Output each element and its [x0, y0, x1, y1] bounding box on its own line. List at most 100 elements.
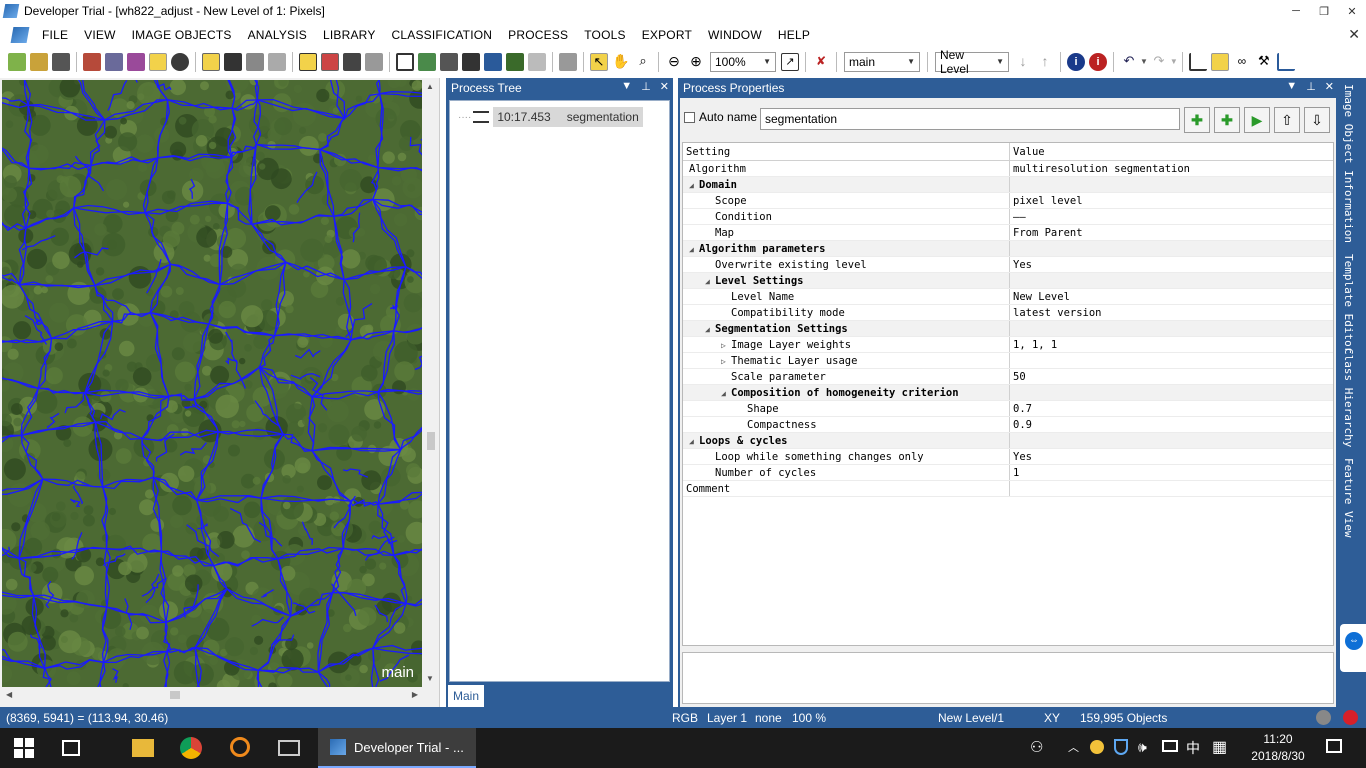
menu-classification[interactable]: CLASSIFICATION [384, 28, 501, 42]
horizontal-scrollbar[interactable]: ◀ ▶ [2, 688, 422, 702]
property-row[interactable]: Condition —— [683, 209, 1333, 225]
collapse-icon[interactable]: ◢ [705, 274, 715, 288]
menu-window[interactable]: WINDOW [700, 28, 770, 42]
collapse-icon[interactable]: ◢ [689, 434, 699, 448]
menu-view[interactable]: VIEW [76, 28, 123, 42]
chevron-down-icon[interactable]: ▼ [1170, 57, 1178, 66]
pixel-view-icon[interactable] [321, 52, 339, 71]
property-value[interactable]: From Parent [1010, 225, 1083, 240]
scroll-thumb[interactable] [170, 691, 180, 699]
select-cursor-icon[interactable]: ↖ [590, 52, 608, 71]
panel-menu-icon[interactable]: ▼ [621, 80, 632, 93]
open-project-icon[interactable] [8, 52, 26, 71]
object-mean-icon[interactable] [343, 52, 361, 71]
property-value[interactable]: Yes [1010, 257, 1032, 272]
undo-icon[interactable]: ↶ [1120, 53, 1138, 71]
tab-image-object-information[interactable]: Image Object Information [1342, 84, 1355, 243]
property-row[interactable]: ▷ Thematic Layer usage [683, 353, 1333, 369]
globe-icon[interactable] [171, 52, 189, 71]
pan-hand-icon[interactable]: ✋ [612, 53, 630, 71]
level-up-icon[interactable]: ↑ [1036, 53, 1054, 71]
menu-library[interactable]: LIBRARY [315, 28, 384, 42]
chevron-up-icon[interactable]: ︿ [1068, 739, 1079, 755]
rule-set-icon[interactable] [149, 52, 167, 71]
media-app-icon[interactable] [278, 740, 300, 756]
task-view-icon[interactable] [62, 740, 80, 756]
property-value[interactable]: latest version [1010, 305, 1102, 320]
level-select[interactable]: New Level ▼ [935, 48, 1009, 76]
property-value[interactable]: 1 [1010, 465, 1019, 480]
tab-class-hierarchy[interactable]: Class Hierarchy [1342, 348, 1355, 447]
scroll-left-icon[interactable]: ◀ [6, 690, 12, 699]
zoom-select[interactable]: 100% ▼ [710, 51, 776, 72]
property-row[interactable]: Scope pixel level [683, 193, 1333, 209]
process-tree-icon[interactable] [1188, 52, 1207, 71]
move-up-button[interactable]: ⇧ [1274, 107, 1300, 133]
collapse-icon[interactable]: ◢ [705, 322, 715, 336]
close-document-button[interactable]: ✕ [1348, 26, 1360, 43]
property-row[interactable]: Shape 0.7 [683, 401, 1333, 417]
people-icon[interactable]: ⚇ [1030, 738, 1043, 756]
pin-icon[interactable]: ⊥ [1306, 80, 1316, 93]
polygons-icon[interactable] [365, 52, 383, 71]
execute-button[interactable]: ▶ [1244, 107, 1270, 133]
teamviewer-tab[interactable]: ⇔ [1340, 624, 1366, 672]
zoom-in-icon[interactable]: ⊕ [687, 53, 705, 71]
move-down-button[interactable]: ⇩ [1304, 107, 1330, 133]
vertical-scrollbar[interactable]: ▲ ▼ [424, 80, 438, 687]
swipe-icon[interactable] [462, 52, 480, 71]
notification-icon[interactable] [1326, 739, 1342, 753]
property-value[interactable] [1010, 385, 1013, 400]
menu-export[interactable]: EXPORT [634, 28, 700, 42]
category-row[interactable]: ◢ Level Settings [683, 273, 1333, 289]
property-value[interactable]: 0.7 [1010, 401, 1032, 416]
close-icon[interactable]: ✕ [1325, 80, 1334, 93]
properties-icon[interactable] [1210, 52, 1229, 71]
chevron-down-icon[interactable]: ▼ [1140, 57, 1148, 66]
delete-level-icon[interactable]: ✘ [812, 53, 830, 71]
volume-icon[interactable]: 🕪 [1138, 739, 1147, 756]
clock[interactable]: 11:20 2018/8/30 [1246, 731, 1310, 765]
property-value[interactable] [1010, 481, 1013, 496]
map-select[interactable]: main ▼ [844, 51, 920, 72]
chart-icon[interactable] [1276, 52, 1295, 71]
taskbar-active-app[interactable]: Developer Trial - ... [318, 728, 476, 768]
single-view-icon[interactable] [396, 52, 414, 71]
tab-feature-view[interactable]: Feature View [1342, 458, 1355, 537]
tools-icon[interactable]: ⚒ [1255, 53, 1273, 71]
view-samples-icon[interactable] [246, 52, 264, 71]
network-icon[interactable] [1162, 740, 1178, 752]
qq-icon[interactable] [1090, 740, 1104, 754]
redo-icon[interactable]: ↷ [1150, 53, 1168, 71]
property-value[interactable]: 0.9 [1010, 417, 1032, 432]
chrome-icon[interactable] [180, 737, 202, 759]
property-row[interactable]: Comment [683, 481, 1333, 497]
property-value[interactable] [1010, 433, 1013, 448]
menu-analysis[interactable]: ANALYSIS [240, 28, 315, 42]
arrange-icon[interactable] [484, 52, 502, 71]
workspace-icon[interactable] [83, 52, 101, 71]
pan-window-icon[interactable] [506, 52, 524, 71]
customize-icon[interactable] [127, 52, 145, 71]
property-row[interactable]: Algorithm multiresolution segmentation [683, 161, 1333, 177]
insert-child-button[interactable]: ✚ [1214, 107, 1240, 133]
menu-image-objects[interactable]: IMAGE OBJECTS [124, 28, 240, 42]
open-folder-icon[interactable] [30, 52, 48, 71]
property-value[interactable]: —— [1010, 209, 1026, 224]
checkbox-box[interactable] [684, 111, 695, 123]
search-app-icon[interactable] [230, 737, 250, 757]
category-row[interactable]: ◢ Algorithm parameters [683, 241, 1333, 257]
process-node-label[interactable]: 10:17.453 segmentation [493, 107, 643, 127]
document-icon[interactable] [10, 26, 30, 43]
scroll-down-icon[interactable]: ▼ [426, 674, 434, 683]
category-row[interactable]: ◢ Domain [683, 177, 1333, 193]
tab-template-editor[interactable]: Template Editor [1342, 254, 1355, 353]
property-value[interactable] [1010, 353, 1013, 368]
property-row[interactable]: Map From Parent [683, 225, 1333, 241]
property-value[interactable]: 1, 1, 1 [1010, 337, 1057, 352]
zoom-area-icon[interactable]: ⌕ [634, 53, 652, 71]
menu-file[interactable]: FILE [34, 28, 76, 42]
close-window-button[interactable]: ✕ [1338, 0, 1366, 22]
collapse-icon[interactable]: ◢ [689, 178, 699, 192]
zoom-fit-icon[interactable]: ↗ [781, 52, 799, 71]
